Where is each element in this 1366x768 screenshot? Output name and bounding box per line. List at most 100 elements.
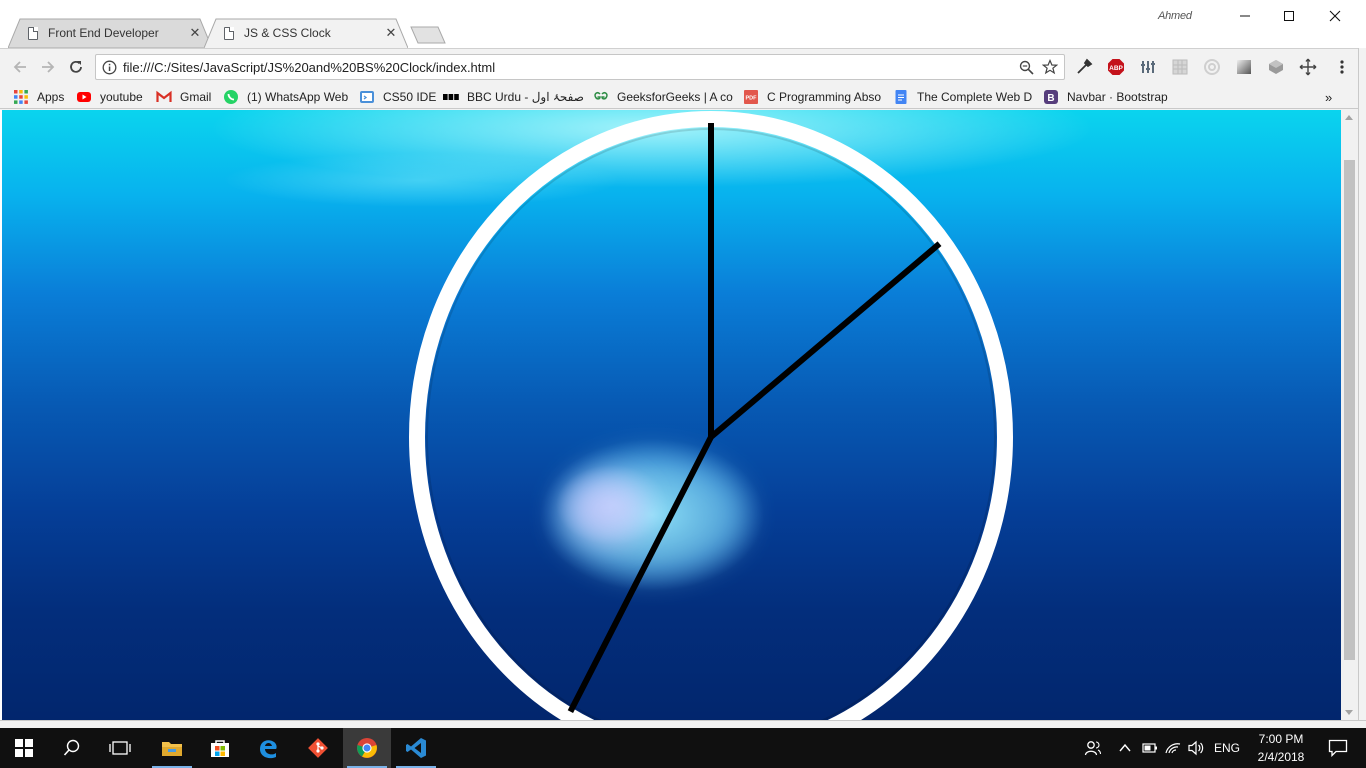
minimize-button[interactable] [1222, 0, 1268, 32]
tab-front-end-developer[interactable]: Front End Developer ✕ [8, 18, 212, 48]
tab-title: Front End Developer [48, 26, 159, 40]
reload-button[interactable] [65, 56, 87, 78]
menu-dots-icon[interactable] [1333, 58, 1351, 76]
bookmark-label: BBC Urdu - صفحۂ اول [467, 90, 584, 104]
target-extension-icon[interactable] [1203, 58, 1221, 76]
bookmark-youtube[interactable]: youtube [76, 88, 143, 106]
bookmark-label: The Complete Web D [917, 90, 1033, 104]
apps-grid-icon [14, 90, 28, 104]
taskbar-clock[interactable]: 7:00 PM 2/4/2018 [1246, 730, 1316, 766]
gradient-extension-icon[interactable] [1235, 58, 1253, 76]
svg-text:ABP: ABP [1109, 65, 1123, 72]
volume-icon[interactable] [1188, 740, 1206, 756]
move-icon[interactable] [1299, 58, 1317, 76]
battery-icon[interactable] [1142, 741, 1158, 755]
git-icon [308, 738, 328, 758]
search-button[interactable] [48, 728, 96, 768]
adblock-icon[interactable]: ABP [1107, 58, 1125, 76]
bookmarks-overflow-button[interactable]: » [1325, 88, 1332, 106]
vscode-button[interactable] [392, 728, 440, 768]
eyedropper-icon[interactable] [1075, 58, 1093, 76]
whatsapp-icon [224, 90, 238, 104]
close-tab-icon[interactable]: ✕ [384, 26, 398, 40]
tab-title: JS & CSS Clock [244, 26, 331, 40]
language-indicator[interactable]: ENG [1214, 741, 1240, 755]
new-tab-button[interactable] [410, 26, 446, 44]
system-tray: ENG [1084, 728, 1240, 768]
tab-js-css-clock[interactable]: JS & CSS Clock ✕ [204, 18, 408, 48]
clock [409, 111, 1013, 720]
bookmark-label: CS50 IDE [383, 90, 437, 104]
edge-button[interactable] [244, 728, 292, 768]
vscode-icon [406, 738, 426, 758]
scroll-up-arrow-icon[interactable] [1345, 115, 1353, 120]
pdf-icon: PDF [744, 90, 758, 104]
chevron-up-icon[interactable] [1118, 741, 1132, 755]
address-bar[interactable]: file:///C:/Sites/JavaScript/JS%20and%20B… [95, 54, 1065, 80]
bookmark-whatsapp[interactable]: (1) WhatsApp Web [223, 88, 348, 106]
bookmark-label: GeeksforGeeks | A co [617, 90, 733, 104]
edge-icon [260, 740, 277, 759]
svg-text:PDF: PDF [746, 96, 758, 102]
windows-start-icon [15, 739, 33, 757]
zoom-icon[interactable] [1019, 60, 1034, 75]
task-view-icon [109, 741, 131, 755]
back-button[interactable] [9, 56, 31, 78]
cs50-icon [360, 91, 374, 103]
file-explorer-button[interactable] [148, 728, 196, 768]
chrome-button[interactable] [343, 728, 391, 768]
google-docs-icon [895, 90, 907, 104]
close-icon [1329, 10, 1341, 22]
bootstrap-icon: B [1044, 90, 1058, 104]
scrollbar-thumb[interactable] [1344, 160, 1355, 660]
forward-button[interactable] [37, 56, 59, 78]
bookmark-bbc-urdu[interactable]: BBC Urdu - صفحۂ اول [443, 88, 584, 106]
action-center-button[interactable] [1314, 728, 1362, 768]
page-viewport [2, 110, 1341, 720]
minimize-icon [1240, 15, 1250, 17]
bookmark-geeksforgeeks[interactable]: GeeksforGeeks | A co [593, 88, 733, 106]
browser-toolbar: file:///C:/Sites/JavaScript/JS%20and%20B… [0, 48, 1366, 84]
youtube-icon [77, 92, 91, 102]
maximize-button[interactable] [1266, 0, 1312, 32]
task-view-button[interactable] [96, 728, 144, 768]
info-icon[interactable] [102, 60, 117, 75]
close-tab-icon[interactable]: ✕ [188, 26, 202, 40]
git-button[interactable] [294, 728, 342, 768]
taskbar-date: 2/4/2018 [1257, 750, 1305, 764]
window-right-edge [1358, 48, 1366, 720]
bookmark-apps[interactable]: Apps [13, 88, 64, 106]
store-button[interactable] [196, 728, 244, 768]
taskbar: ENG 7:00 PM 2/4/2018 [0, 728, 1366, 768]
geeksforgeeks-icon [594, 92, 608, 100]
bookmarks-bar: Apps youtube Gmail (1) WhatsApp Web CS50… [0, 84, 1366, 109]
title-bar: Front End Developer ✕ JS & CSS Clock ✕ A… [0, 0, 1366, 48]
bookmark-cs50-ide[interactable]: CS50 IDE [359, 88, 436, 106]
arrow-right-icon [42, 61, 55, 73]
bookmark-c-programming[interactable]: PDF C Programming Abso [743, 88, 883, 106]
profile-name[interactable]: Ahmed [1158, 10, 1192, 22]
jellyfish-glow-pink [567, 476, 647, 544]
wifi-icon[interactable] [1164, 740, 1182, 756]
minute-hand [709, 241, 942, 440]
people-icon[interactable] [1084, 739, 1102, 757]
cube-extension-icon[interactable] [1267, 58, 1285, 76]
start-button[interactable] [0, 728, 48, 768]
equalizer-icon[interactable] [1139, 58, 1157, 76]
store-icon [211, 740, 229, 757]
page-scrollbar[interactable] [1341, 110, 1358, 720]
bookmark-navbar-bootstrap[interactable]: B Navbar · Bootstrap [1043, 88, 1168, 106]
bookmark-label: Gmail [180, 90, 212, 104]
grid-extension-icon[interactable] [1171, 58, 1189, 76]
scroll-down-arrow-icon[interactable] [1345, 710, 1353, 715]
bookmark-label: youtube [100, 90, 143, 104]
close-window-button[interactable] [1312, 0, 1358, 32]
file-explorer-icon [162, 742, 182, 756]
url-text: file:///C:/Sites/JavaScript/JS%20and%20B… [123, 60, 496, 75]
bookmark-gmail[interactable]: Gmail [156, 88, 211, 106]
star-icon[interactable] [1042, 59, 1058, 75]
bookmark-label: Apps [37, 90, 65, 104]
bbc-icon [443, 94, 459, 100]
bookmark-complete-web[interactable]: The Complete Web D [893, 88, 1033, 106]
bookmark-label: Navbar · Bootstrap [1067, 90, 1168, 104]
